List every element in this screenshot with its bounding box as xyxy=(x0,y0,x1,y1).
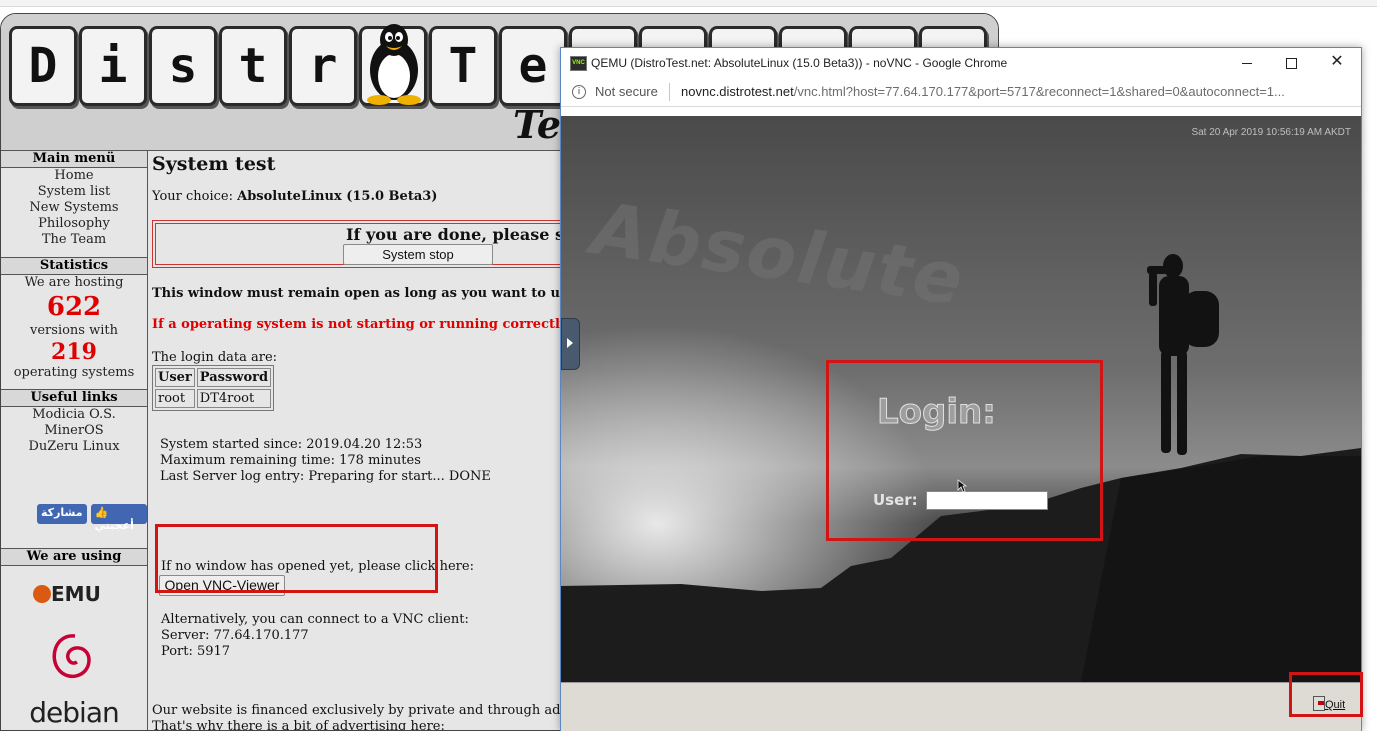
red-notice: If a operating system is not starting or… xyxy=(152,317,656,332)
address-divider xyxy=(669,83,670,101)
logo-tile: s xyxy=(149,26,217,106)
facebook-buttons: مشاركة 👍أعجبني xyxy=(37,504,147,532)
fb-share-button[interactable]: مشاركة xyxy=(37,504,87,524)
stats-os-label: operating systems xyxy=(13,365,135,380)
sidebar: Main menü Home System list New Systems P… xyxy=(1,150,148,730)
logo-tile: t xyxy=(219,26,287,106)
vnc-favicon-icon: VNC xyxy=(570,56,587,71)
logo-tile: e xyxy=(499,26,567,106)
sidebar-heading-we-are-using: We are using xyxy=(1,548,147,566)
table-header-user: User xyxy=(155,368,195,387)
stats-hosting-label: We are hosting xyxy=(24,275,124,290)
stats-os-count: 219 xyxy=(51,339,97,365)
financing-line-1: Our website is financed exclusively by p… xyxy=(152,703,623,718)
last-log-entry: Last Server log entry: Preparing for sta… xyxy=(160,469,491,484)
minimize-button[interactable] xyxy=(1237,52,1257,72)
choice-label: Your choice: xyxy=(152,189,238,204)
server-address: Server: 77.64.170.177 xyxy=(161,628,309,643)
stop-text: If you are done, please stop t xyxy=(346,225,584,244)
desktop-clock: Sat 20 Apr 2019 10:56:19 AM AKDT xyxy=(1191,127,1351,138)
login-data-label: The login data are: xyxy=(152,350,278,365)
financing-line-2: That's why there is a bit of advertising… xyxy=(152,719,445,731)
sidebar-heading-main-menu: Main menü xyxy=(1,150,147,168)
financing-note: Our website is financed exclusively by p… xyxy=(152,703,623,731)
close-button[interactable]: ✕ xyxy=(1327,52,1347,72)
sidebar-heading-useful-links: Useful links xyxy=(1,389,147,407)
url-host: novnc.distrotest.net xyxy=(681,84,794,99)
highlight-vnc-button xyxy=(155,524,438,593)
sidebar-item-philosophy[interactable]: Philosophy xyxy=(1,216,147,232)
expand-arrow-icon xyxy=(567,338,573,348)
window-title: QEMU (DistroTest.net: AbsoluteLinux (15.… xyxy=(591,56,1008,70)
vnc-client-info: Alternatively, you can connect to a VNC … xyxy=(161,612,469,660)
sidebar-heading-statistics: Statistics xyxy=(1,257,147,275)
novnc-control-handle[interactable] xyxy=(561,318,580,370)
table-row: root DT4root xyxy=(155,389,272,408)
stats-versions-count: 622 xyxy=(46,292,102,322)
stats-versions-label: versions with xyxy=(30,323,118,338)
system-stop-inner: If you are done, please stop t System st… xyxy=(155,223,585,265)
logo-tile: D xyxy=(9,26,77,106)
system-stop-box: If you are done, please stop t System st… xyxy=(152,220,588,268)
chrome-titlebar: VNC QEMU (DistroTest.net: AbsoluteLinux … xyxy=(561,48,1361,78)
login-table: User Password root DT4root xyxy=(152,365,275,411)
system-started: System started since: 2019.04.20 12:53 xyxy=(160,437,423,452)
useful-link-duzeru[interactable]: DuZeru Linux xyxy=(1,439,147,455)
system-stop-button[interactable]: System stop xyxy=(343,244,493,265)
keep-open-warning: This window must remain open as long as … xyxy=(152,286,659,301)
logo-tile: r xyxy=(289,26,357,106)
info-icon[interactable]: i xyxy=(572,85,586,99)
fb-like-label: أعجبني xyxy=(94,519,134,532)
vnc-bottom-bar: Quit xyxy=(561,682,1361,731)
url-text[interactable]: novnc.distrotest.net/vnc.html?host=77.64… xyxy=(681,84,1341,99)
system-status: System started since: 2019.04.20 12:53 M… xyxy=(160,437,572,485)
logo-tile: T xyxy=(429,26,497,106)
maximize-button[interactable] xyxy=(1281,52,1301,72)
tux-penguin-icon xyxy=(367,24,421,105)
table-cell-user: root xyxy=(155,389,195,408)
page-title: System test xyxy=(152,153,276,175)
qemu-logo: EMU xyxy=(33,582,101,606)
close-icon: ✕ xyxy=(1330,53,1344,70)
logo-tile: i xyxy=(79,26,147,106)
debian-swirl-icon xyxy=(52,634,91,679)
thumbs-up-icon: 👍 xyxy=(94,506,109,519)
minimize-icon xyxy=(1242,63,1252,64)
max-remaining: Maximum remaining time: 178 minutes xyxy=(160,453,421,468)
alt-connect-text: Alternatively, you can connect to a VNC … xyxy=(161,612,469,627)
useful-link-modicia[interactable]: Modicia O.S. xyxy=(1,407,147,423)
server-port: Port: 5917 xyxy=(161,644,231,659)
fb-like-button[interactable]: 👍أعجبني xyxy=(90,504,147,532)
top-edge xyxy=(0,0,1377,7)
debian-logo: debian xyxy=(29,696,119,729)
sidebar-item-new-systems[interactable]: New Systems xyxy=(1,200,147,216)
qemu-logo-icon xyxy=(33,585,51,603)
choice-value: AbsoluteLinux (15.0 Beta3) xyxy=(237,189,438,204)
sidebar-item-the-team[interactable]: The Team xyxy=(1,232,147,248)
not-secure-label: Not secure xyxy=(595,84,658,99)
address-bar[interactable]: i Not secure novnc.distrotest.net/vnc.ht… xyxy=(561,78,1361,107)
table-row: User Password xyxy=(155,368,272,387)
highlight-quit-button xyxy=(1289,672,1363,717)
highlight-login-area xyxy=(826,360,1103,541)
sidebar-item-system-list[interactable]: System list xyxy=(1,184,147,200)
maximize-icon xyxy=(1286,58,1297,69)
main-content: System test Your choice: AbsoluteLinux (… xyxy=(152,150,659,730)
your-choice: Your choice: AbsoluteLinux (15.0 Beta3) xyxy=(152,189,572,204)
url-path: /vnc.html?host=77.64.170.177&port=5717&r… xyxy=(793,84,1285,99)
table-cell-password: DT4root xyxy=(196,389,272,408)
sidebar-item-home[interactable]: Home xyxy=(1,168,147,184)
table-header-password: Password xyxy=(196,368,272,387)
useful-link-mineros[interactable]: MinerOS xyxy=(1,423,147,439)
